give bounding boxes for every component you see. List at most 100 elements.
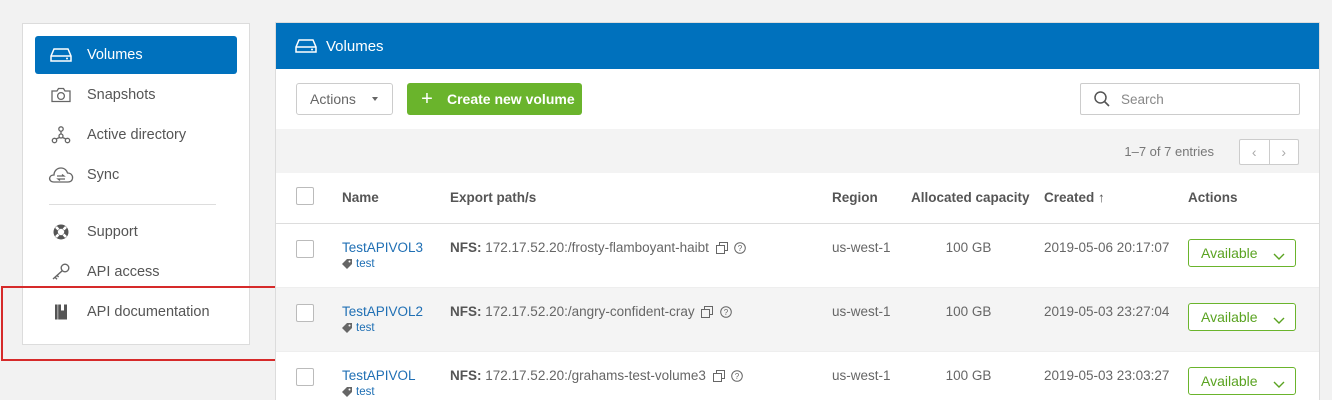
- copy-icon[interactable]: [701, 305, 714, 318]
- help-icon[interactable]: ?: [731, 370, 744, 382]
- sidebar-item-sync[interactable]: Sync: [35, 156, 237, 194]
- region-cell: us-west-1: [832, 239, 891, 255]
- page-title: Volumes: [326, 37, 384, 55]
- tag-badge[interactable]: test: [342, 386, 450, 398]
- chevron-down-icon: [1273, 376, 1285, 392]
- row-checkbox[interactable]: [296, 239, 314, 258]
- entries-count: 1–7 of 7 entries: [1124, 144, 1214, 159]
- chevron-down-icon: [1273, 312, 1285, 328]
- nfs-label: NFS:: [450, 367, 482, 383]
- volumes-panel: Volumes Actions + Create new volume 1–7 …: [275, 22, 1320, 400]
- column-header-name[interactable]: Name: [342, 173, 450, 224]
- copy-icon[interactable]: [712, 369, 725, 382]
- select-all-checkbox[interactable]: [296, 187, 314, 206]
- tag-icon: [342, 322, 352, 333]
- volume-name-link[interactable]: TestAPIVOL2: [342, 304, 450, 319]
- key-icon: [35, 263, 87, 281]
- column-header-created[interactable]: Created ↑: [1044, 173, 1188, 224]
- actions-dropdown[interactable]: Actions: [296, 83, 393, 115]
- status-label: Available: [1201, 244, 1258, 261]
- export-path: 172.17.52.20:/angry-confident-cray: [485, 303, 695, 319]
- sidebar-item-active-directory[interactable]: Active directory: [35, 116, 237, 154]
- sidebar-divider: [49, 204, 216, 205]
- tag-label: test: [356, 321, 375, 334]
- chevron-right-icon: ›: [1281, 144, 1287, 160]
- chevron-left-icon: ‹: [1251, 144, 1257, 160]
- pagination-bar: 1–7 of 7 entries ‹ ›: [276, 129, 1319, 173]
- status-dropdown[interactable]: Available: [1188, 302, 1296, 331]
- sidebar-item-label: Snapshots: [87, 87, 156, 103]
- search-box: [1080, 83, 1300, 115]
- table-header-row: Name Export path/s Region Allocated capa…: [276, 173, 1319, 224]
- volume-drive-icon: [295, 38, 317, 54]
- export-path: 172.17.52.20:/frosty-flamboyant-haibt: [485, 239, 709, 255]
- nfs-label: NFS:: [450, 239, 482, 255]
- status-dropdown[interactable]: Available: [1188, 238, 1296, 267]
- select-all-cell: [276, 173, 342, 224]
- status-label: Available: [1201, 308, 1258, 325]
- create-button-label: Create new volume: [447, 91, 575, 107]
- column-header-capacity[interactable]: Allocated capacity: [911, 173, 1044, 224]
- help-icon[interactable]: ?: [720, 306, 732, 318]
- sidebar-item-support[interactable]: Support: [35, 213, 237, 251]
- column-header-path[interactable]: Export path/s: [450, 173, 832, 224]
- prev-page-button[interactable]: ‹: [1240, 140, 1269, 164]
- tag-label: test: [356, 385, 375, 398]
- toolbar: Actions + Create new volume: [276, 69, 1319, 129]
- tag-label: test: [356, 257, 375, 270]
- column-header-actions: Actions: [1188, 173, 1319, 224]
- pager: ‹ ›: [1239, 139, 1299, 165]
- volumes-table: Name Export path/s Region Allocated capa…: [276, 173, 1319, 400]
- volume-drive-icon: [35, 47, 87, 63]
- volume-name-link[interactable]: TestAPIVOL: [342, 368, 450, 383]
- capacity-cell: 100 GB: [945, 303, 992, 319]
- chevron-down-icon: [1273, 248, 1285, 264]
- svg-text:?: ?: [724, 308, 729, 317]
- column-header-region[interactable]: Region: [832, 173, 911, 224]
- region-cell: us-west-1: [832, 303, 891, 319]
- capacity-cell: 100 GB: [945, 239, 992, 255]
- actions-dropdown-label: Actions: [310, 91, 356, 107]
- sidebar-item-label: Volumes: [87, 47, 143, 63]
- table-row: TestAPIVOL2 test NFS: 172.17.52.20:/angr…: [276, 287, 1319, 352]
- tag-icon: [342, 386, 352, 397]
- sidebar-item-label: API access: [87, 264, 160, 280]
- capacity-cell: 100 GB: [945, 367, 992, 383]
- plus-icon: +: [421, 87, 433, 110]
- volume-name-link[interactable]: TestAPIVOL3: [342, 240, 450, 255]
- search-icon: [1093, 90, 1111, 108]
- sidebar-item-label: Active directory: [87, 127, 187, 143]
- created-cell: 2019-05-06 20:17:07: [1044, 239, 1170, 255]
- table-row: TestAPIVOL3 test NFS: 172.17.52.20:/fros…: [276, 223, 1319, 288]
- next-page-button[interactable]: ›: [1268, 140, 1299, 164]
- created-cell: 2019-05-03 23:03:27: [1044, 367, 1170, 383]
- row-checkbox[interactable]: [296, 367, 314, 386]
- status-dropdown[interactable]: Available: [1188, 366, 1296, 395]
- nfs-label: NFS:: [450, 303, 482, 319]
- svg-text:?: ?: [735, 372, 740, 381]
- status-label: Available: [1201, 372, 1258, 389]
- created-cell: 2019-05-03 23:27:04: [1044, 303, 1170, 319]
- panel-header: Volumes: [276, 23, 1319, 69]
- svg-text:?: ?: [738, 244, 743, 253]
- sidebar-item-snapshots[interactable]: Snapshots: [35, 76, 237, 114]
- caret-down-icon: [372, 97, 378, 101]
- cloud-sync-icon: [35, 166, 87, 184]
- search-input[interactable]: [1121, 91, 1281, 107]
- tag-badge[interactable]: test: [342, 258, 450, 270]
- table-row: TestAPIVOL test NFS: 172.17.52.20:/graha…: [276, 351, 1319, 400]
- sidebar-item-volumes[interactable]: Volumes: [35, 36, 237, 74]
- tag-icon: [342, 258, 352, 269]
- network-tree-icon: [35, 126, 87, 144]
- lifebuoy-icon: [35, 223, 87, 241]
- region-cell: us-west-1: [832, 367, 891, 383]
- row-checkbox[interactable]: [296, 303, 314, 322]
- camera-icon: [35, 87, 87, 103]
- copy-icon[interactable]: [715, 241, 728, 254]
- help-icon[interactable]: ?: [734, 242, 747, 254]
- export-path: 172.17.52.20:/grahams-test-volume3: [485, 367, 706, 383]
- tag-badge[interactable]: test: [342, 322, 450, 334]
- create-new-volume-button[interactable]: + Create new volume: [407, 83, 582, 115]
- sidebar-item-label: Sync: [87, 167, 120, 183]
- sidebar-item-label: Support: [87, 224, 138, 240]
